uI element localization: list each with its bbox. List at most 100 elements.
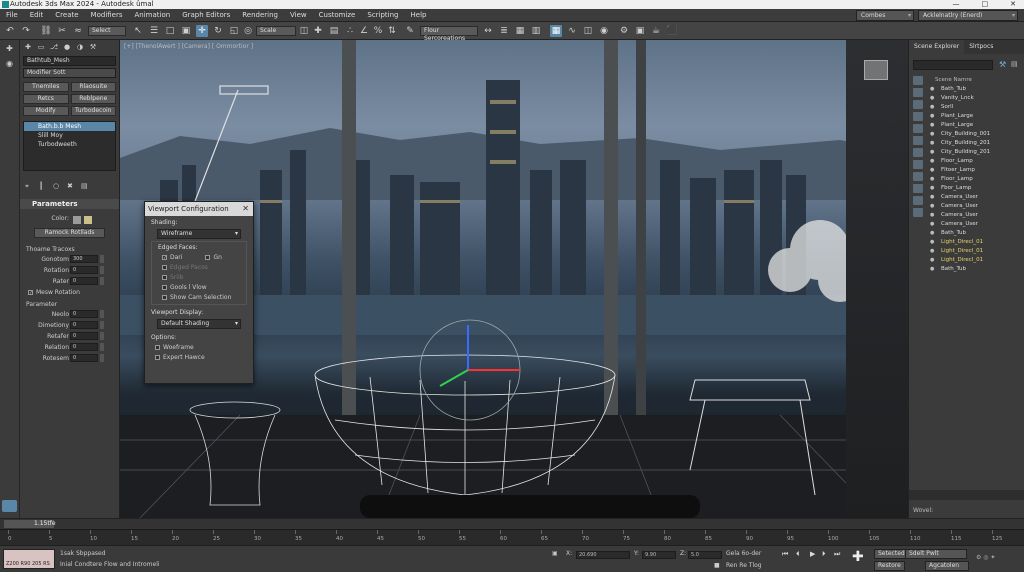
dialog-display-option[interactable]: Woeframe [145,342,253,352]
snap-target-icon[interactable]: ■ [714,562,720,569]
window-crossing-icon[interactable]: ▣ [180,25,192,37]
rect-select-icon[interactable]: □ [164,25,176,37]
display-filter-icon[interactable] [913,100,923,109]
spinner-arrows[interactable] [100,266,104,274]
play-icon[interactable]: ▶ [810,550,815,558]
viewcube[interactable] [864,60,888,80]
display-filter-icon[interactable] [913,88,923,97]
lock-icon[interactable]: ▣ [552,550,558,557]
select-by-name-icon[interactable]: ☰ [148,25,160,37]
parameters-rollout[interactable]: Parameters [20,199,119,209]
parameter-spinner-field[interactable]: 0 [70,343,98,351]
display-options-icon[interactable]: ▤ [1011,60,1018,68]
filter-icon[interactable]: ⚒ [999,60,1006,69]
menu-rendering[interactable]: Rendering [236,9,284,22]
snap-icon[interactable]: ∴ [344,25,356,37]
menu-edit[interactable]: Edit [24,9,50,22]
selected-dropdown[interactable]: Setected [874,549,909,559]
scene-object-item[interactable]: Sorll [927,103,1021,112]
remove-modifier-icon[interactable]: ✖ [67,181,75,191]
key-mode-dropdown[interactable]: Sdelt Pwlt [905,549,967,559]
scene-object-item[interactable]: Camera_User [927,193,1021,202]
menu-help[interactable]: Help [405,9,433,22]
schematic-view-icon[interactable]: ◫ [582,25,594,37]
percent-snap-icon[interactable]: % [372,25,384,37]
redo-icon[interactable]: ↷ [20,25,32,37]
display-filter-icon[interactable] [913,184,923,193]
explorer-scrollbar[interactable] [909,490,1024,500]
align-icon[interactable]: ≣ [498,25,510,37]
dialog-display-option[interactable]: Expert Hawce [145,352,253,362]
parameter-spinner-field[interactable]: 0 [70,321,98,329]
restore-button[interactable]: Restore [874,561,905,571]
spinner-arrows[interactable] [100,277,104,285]
parameter-spinner-field[interactable]: 0 [70,266,98,274]
menu-modifiers[interactable]: Modifiers [85,9,129,22]
undo-icon[interactable]: ↶ [4,25,16,37]
display-filter-icon[interactable] [913,124,923,133]
reference-coord-dropdown[interactable]: Scale [256,26,296,36]
modify-icon[interactable]: ▭ [36,43,46,52]
angle-snap-icon[interactable]: ∠ [358,25,370,37]
scene-explorer-icon[interactable]: ▦ [550,25,562,37]
rotate-icon[interactable]: ↻ [212,25,224,37]
scene-object-item[interactable]: Floor_Lamp [927,157,1021,166]
motion-icon[interactable]: ● [62,43,72,52]
parameter-spinner-field[interactable]: 0 [70,277,98,285]
menu-graph-editors[interactable]: Graph Editors [176,9,236,22]
display-filter-icon[interactable] [913,112,923,121]
create-tab-icon[interactable]: ✚ [3,43,17,55]
menu-file[interactable]: File [0,9,24,22]
pin-stack-icon[interactable]: ⌖ [25,181,33,191]
modifier-button[interactable]: Rlaosuite [70,82,116,92]
time-slider-toggle[interactable] [2,500,17,512]
y-coordinate-field[interactable]: 9.90 [642,551,676,559]
goto-end-icon[interactable]: ⏭ [834,550,840,559]
placement-icon[interactable]: ◎ [242,25,254,37]
scene-name-header[interactable]: Scene Namre [927,76,1021,85]
display-filter-icon[interactable] [913,76,923,85]
pivot-icon[interactable]: ◫ [298,25,310,37]
scene-object-item[interactable]: Camera_User [927,220,1021,229]
keyboard-shortcut-icon[interactable]: ▤ [328,25,340,37]
prev-frame-icon[interactable]: ⏴ [796,550,800,559]
explorer-tab[interactable]: Scene Explorer [909,40,965,54]
object-name-field[interactable]: Bathtub_Mesh [23,56,116,66]
curve-editor-icon[interactable]: ∿ [566,25,578,37]
named-selection-dropdown[interactable]: Flour Sercoreations [420,26,478,42]
spinner-arrows[interactable] [100,354,104,362]
color-swatch[interactable] [70,214,92,225]
hierarchy-icon[interactable]: ⎇ [49,43,59,52]
display-filter-icon[interactable] [913,136,923,145]
scene-object-item[interactable]: Light_Direcl_01 [927,238,1021,247]
scene-object-item[interactable]: Plant_Large [927,121,1021,130]
dialog-option-checkbox[interactable]: Sriib [152,272,246,282]
utilities-icon[interactable]: ⚒ [88,43,98,52]
menu-scripting[interactable]: Scripting [361,9,404,22]
render-production-icon[interactable]: ⬛ [666,25,678,37]
scene-object-item[interactable]: Bath_Tub [927,229,1021,238]
rendered-frame-icon[interactable]: ▣ [634,25,646,37]
display-icon[interactable]: ◑ [75,43,85,52]
spinner-snap-icon[interactable]: ⇅ [386,25,398,37]
modifier-stack-item[interactable]: Bath.b.b Mesh [24,122,115,131]
scene-object-item[interactable]: Bath_Tub [927,265,1021,274]
time-slider-frame[interactable]: 1.15tfe [4,520,56,528]
modifier-button[interactable]: Tnemiles [23,82,69,92]
modifier-button[interactable]: Reblpene [70,94,116,104]
display-filter-icon[interactable] [913,160,923,169]
modifier-list-dropdown[interactable]: Modifier Sott [23,68,116,78]
layer-icon[interactable]: ▦ [514,25,526,37]
unlink-icon[interactable]: ✂ [56,25,68,37]
display-filter-icon[interactable] [913,196,923,205]
close-button[interactable]: ✕ [1010,0,1016,9]
menu-create[interactable]: Create [49,9,84,22]
create-icon[interactable]: ✚ [23,43,33,52]
workspace-dropdown[interactable]: Combes [856,10,914,21]
render-icon[interactable]: ☕ [650,25,662,37]
scene-object-item[interactable]: Vanity_Lnck [927,94,1021,103]
maximize-button[interactable]: □ [982,0,989,9]
spinner-arrows[interactable] [100,343,104,351]
x-coordinate-field[interactable]: 20.690 [576,551,630,559]
parameter-spinner-field[interactable]: 300 [70,255,98,263]
